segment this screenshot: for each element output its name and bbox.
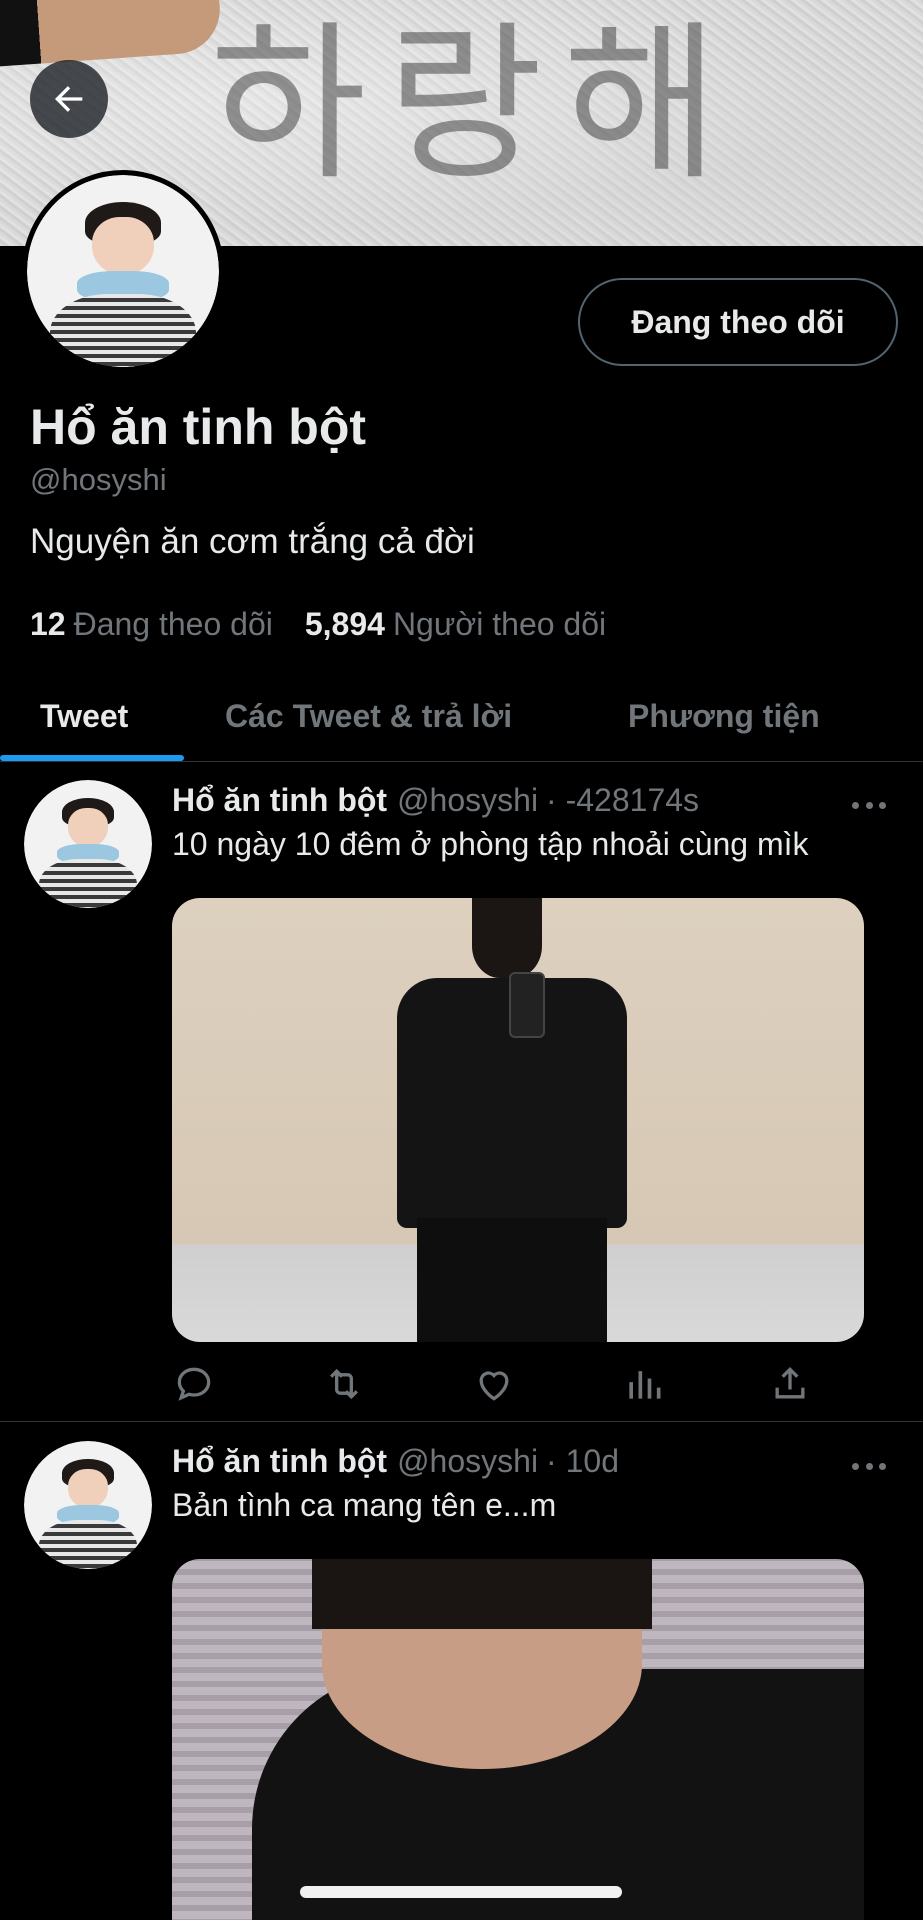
more-icon[interactable]: [852, 1463, 886, 1471]
share-icon[interactable]: [768, 1362, 812, 1406]
following-button[interactable]: Đang theo dõi: [578, 278, 898, 366]
tweet-media-image[interactable]: [172, 898, 864, 1342]
retweet-icon[interactable]: [322, 1362, 366, 1406]
tweet-header: Hổ ăn tinh bột @hosyshi · 10d: [172, 1443, 619, 1480]
profile-avatar[interactable]: [22, 170, 224, 372]
tweet-author-handle: @hosyshi: [397, 782, 539, 818]
tweet-time: · -428174s: [546, 782, 700, 818]
photo-hair: [312, 1559, 652, 1629]
analytics-icon[interactable]: [622, 1362, 666, 1406]
tweet-author-name[interactable]: Hổ ăn tinh bột: [172, 1443, 387, 1479]
following-label: Đang theo dõi: [73, 606, 273, 642]
profile-tabs: Tweet Các Tweet & trả lời Phương tiện: [0, 670, 923, 762]
followers-stat[interactable]: 5,894 Người theo dõi: [305, 606, 606, 643]
tweet-avatar[interactable]: [24, 1441, 152, 1569]
reply-icon[interactable]: [172, 1362, 216, 1406]
banner-hand: [0, 0, 223, 69]
tab-tweets-and-replies[interactable]: Các Tweet & trả lời: [225, 670, 512, 762]
tweet-media-image[interactable]: [172, 1559, 864, 1920]
mirror-selfie-figure: [397, 898, 627, 1342]
tab-tweets[interactable]: Tweet: [40, 670, 128, 762]
following-count: 12: [30, 606, 66, 642]
tab-media[interactable]: Phương tiện: [628, 670, 820, 762]
followers-count: 5,894: [304, 606, 385, 642]
tweet-header: Hổ ăn tinh bột @hosyshi · -428174s: [172, 782, 699, 819]
profile-handle: @hosyshi: [30, 462, 167, 497]
tweet-author-handle: @hosyshi: [397, 1443, 539, 1479]
arrow-left-icon: [55, 86, 83, 112]
tweet-actions: [172, 1362, 812, 1412]
active-tab-indicator: [0, 755, 184, 761]
heart-icon[interactable]: [472, 1362, 516, 1406]
tweet[interactable]: Hổ ăn tinh bột @hosyshi · 10d Bản tình ca …: [0, 1423, 923, 1920]
more-icon[interactable]: [852, 802, 886, 810]
back-button[interactable]: [30, 60, 108, 138]
profile-stats: 12 Đang theo dõi 5,894 Người theo dõi: [30, 606, 606, 643]
profile-display-name: Hổ ăn tinh bột: [30, 399, 367, 455]
avatar: [24, 1441, 152, 1569]
avatar: [27, 175, 219, 367]
home-indicator[interactable]: [300, 1886, 622, 1898]
tweet-text: Bản tình ca mang tên e...m: [172, 1487, 557, 1523]
tweet-author-name[interactable]: Hổ ăn tinh bột: [172, 782, 387, 818]
followers-label: Người theo dõi: [392, 606, 607, 642]
tweet[interactable]: Hổ ăn tinh bột @hosyshi · -428174s 10 ngày…: [0, 762, 923, 1422]
following-stat[interactable]: 12 Đang theo dõi: [30, 606, 273, 643]
tweet-avatar[interactable]: [24, 780, 152, 908]
tweet-text: 10 ngày 10 đêm ở phòng tập nhoải cùng mì…: [172, 826, 809, 862]
banner-snow-writing: 하랑해: [210, 6, 740, 204]
profile-bio: Nguyện ăn cơm trắng cả đời: [30, 522, 475, 561]
avatar: [24, 780, 152, 908]
tweet-time: · 10d: [546, 1443, 619, 1479]
